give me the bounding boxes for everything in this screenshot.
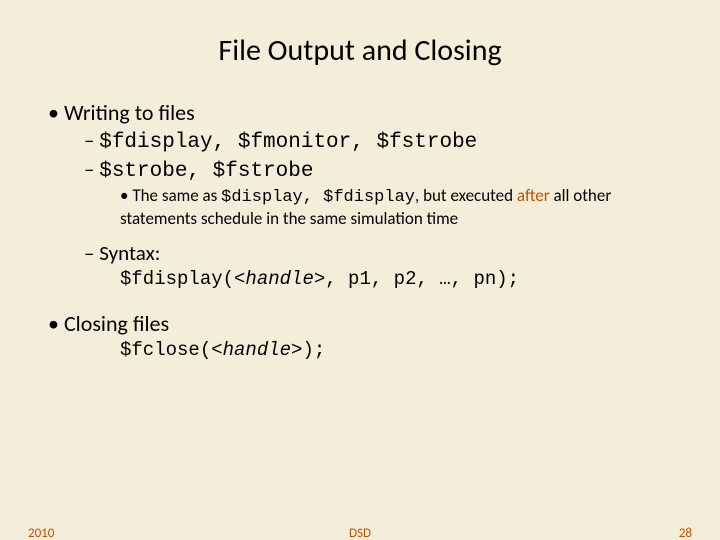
- sub-fdisplay-list: $fdisplay, $fmonitor, $fstrobe: [84, 127, 672, 156]
- bullet-writing-text: Writing to files: [64, 99, 195, 126]
- syntax-a: $fdisplay(: [120, 268, 234, 290]
- bullet-writing: Writing to files $fdisplay, $fmonitor, $…: [48, 99, 672, 292]
- sub-syntax: Syntax:: [84, 240, 672, 266]
- sub-strobe-list: $strobe, $fstrobe The same as $display, …: [84, 156, 672, 230]
- fclose-b: );: [302, 339, 325, 361]
- syntax-label: Syntax:: [99, 240, 160, 266]
- fclose-handle: <handle>: [211, 339, 302, 361]
- bullet-closing: Closing files $fclose(<handle>);: [48, 310, 672, 363]
- slide-title: File Output and Closing: [0, 0, 720, 81]
- code-fdisplay-list: $fdisplay, $fmonitor, $fstrobe: [99, 131, 477, 154]
- syntax-b: , p1, p2, …, pn);: [325, 268, 519, 290]
- fclose-code: $fclose(<handle>);: [48, 339, 672, 363]
- note-accent: after: [517, 185, 550, 206]
- note-code: $display, $fdisplay: [221, 188, 415, 207]
- syntax-code: $fdisplay(<handle>, p1, p2, …, pn);: [48, 268, 672, 292]
- slide-content: Writing to files $fdisplay, $fmonitor, $…: [0, 81, 720, 363]
- syntax-handle: <handle>: [234, 268, 325, 290]
- code-strobe-list: $strobe, $fstrobe: [99, 160, 313, 183]
- footer-mid: DSD: [0, 526, 720, 540]
- note-same-as: The same as $display, $fdisplay, but exe…: [120, 185, 672, 230]
- note-b: , but executed: [415, 185, 517, 206]
- note-a: The same as: [132, 185, 221, 206]
- footer-page: 28: [679, 526, 692, 540]
- slide: File Output and Closing Writing to files…: [0, 0, 720, 540]
- fclose-a: $fclose(: [120, 339, 211, 361]
- bullet-closing-text: Closing files: [64, 310, 169, 337]
